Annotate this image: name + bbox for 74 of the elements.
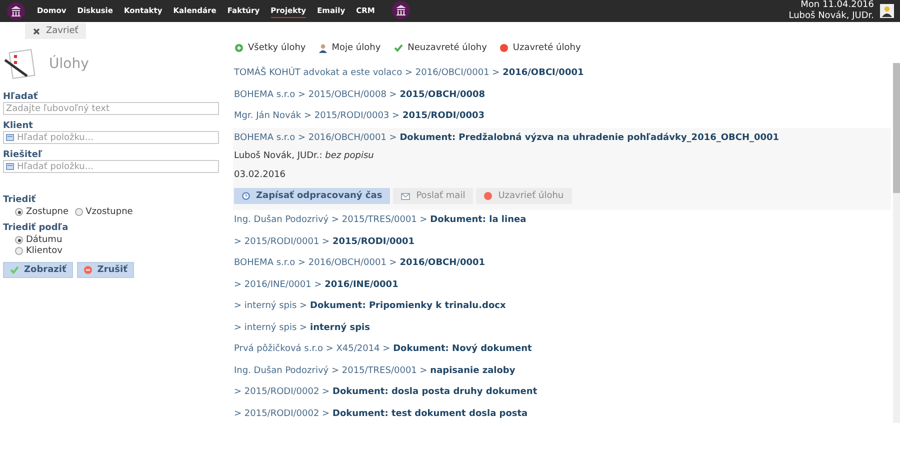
scrollbar-thumb[interactable]: [893, 63, 900, 193]
field-label: Klient: [3, 121, 34, 131]
task-path[interactable]: Mgr. Ján Novák > 2015/RODI/0003 > 2015/RODI/0003: [234, 111, 891, 122]
task-row[interactable]: BOHEMA s.r.o > 2016/OBCH/0001 > 2016/OBCH/0001: [233, 253, 891, 274]
task-row[interactable]: Ing. Dušan Podozrivý > 2015/TRES/0001 > napisanie zaloby: [233, 360, 891, 382]
task-path[interactable]: BOHEMA s.r.o > 2016/OBCH/0001 > 2016/OBCH/0001: [234, 258, 891, 268]
lookup-field[interactable]: Hľadať položku...: [3, 131, 219, 144]
field-label: Hľadať: [3, 92, 39, 102]
task-path[interactable]: > interný spis > Dokument: Pripomienky k trinalu.docx: [234, 301, 891, 312]
task-path[interactable]: BOHEMA s.r.o > 2015/OBCH/0008 > 2015/OBCH/0008: [234, 90, 891, 100]
page-title: Úlohy: [49, 56, 89, 72]
task-row[interactable]: > interný spis > Dokument: Pripomienky k trinalu.docx: [233, 296, 891, 318]
list-icon: [6, 134, 14, 141]
task-path[interactable]: Prvá pôžičková s.r.o > X45/2014 > Dokument: Nový dokument: [234, 344, 891, 354]
task-path[interactable]: Ing. Dušan Podozrivý > 2015/TRES/0001 > napisanie zaloby: [234, 366, 891, 376]
sort-radio[interactable]: Zostupne: [15, 207, 69, 217]
dot-icon: [484, 192, 492, 200]
sort-radio[interactable]: Vzostupne: [74, 207, 133, 217]
show-button[interactable]: Zobraziť: [3, 262, 74, 278]
task-path[interactable]: TOMÁŠ KOHÚT advokat a este volaco > 2016/OBCI/0001 > 2016/OBCI/0001: [234, 68, 891, 78]
log-time-button[interactable]: Zapísať odpracovaný čas: [234, 188, 390, 204]
task-path[interactable]: > 2015/RODI/0001 > 2015/RODI/0001: [234, 236, 891, 247]
minus-circle-icon: [84, 266, 92, 274]
radio-icon[interactable]: [15, 247, 23, 255]
task-row[interactable]: > 2016/INE/0001 > 2016/INE/0001: [233, 274, 891, 296]
filter-link[interactable]: Moje úlohy: [318, 43, 381, 53]
task-path[interactable]: BOHEMA s.r.o > 2016/OBCH/0001 > Dokument: Predžalobná výzva na uhradenie pohľadávky_2016_OBCH_0001: [234, 132, 891, 143]
close-button[interactable]: Zavrieť: [25, 23, 86, 39]
task-row[interactable]: > 2015/RODI/0001 > 2015/RODI/0001: [233, 232, 891, 253]
sort-label: Triediť: [3, 195, 37, 205]
task-path[interactable]: > 2016/INE/0001 > 2016/INE/0001: [234, 280, 891, 290]
filter-link[interactable]: Všetky úlohy: [235, 43, 306, 53]
search-field[interactable]: Zadajte ľubovoľný text: [3, 102, 219, 115]
task-date: 03.02.2016: [234, 170, 287, 180]
sort-by-radio[interactable]: Dátumu: [15, 235, 225, 245]
lookup-field[interactable]: Hľadať položku...: [3, 160, 219, 173]
dot-icon: [500, 44, 508, 52]
envelope-icon: [401, 192, 410, 200]
building-logo-icon[interactable]: [6, 1, 26, 21]
sort-by-label: Triediť podľa: [3, 223, 70, 233]
radio-icon[interactable]: [15, 208, 23, 216]
sort-by-radio[interactable]: Klientov: [15, 246, 225, 256]
task-row[interactable]: TOMÁŠ KOHÚT advokat a este volaco > 2016/OBCI/0001 > 2016/OBCI/0001: [233, 63, 891, 84]
field-label: Riešiteľ: [3, 150, 44, 160]
cancel-button[interactable]: Zrušiť: [77, 262, 134, 278]
clock-icon: [242, 192, 250, 200]
task-row[interactable]: > interný spis > interný spis: [233, 318, 891, 339]
checkmark-icon: [394, 44, 403, 52]
task-row[interactable]: Mgr. Ján Novák > 2015/RODI/0003 > 2015/RODI/0003: [233, 106, 891, 128]
task-path[interactable]: > 2015/RODI/0002 > Dokument: dosla posta druhy dokument: [234, 387, 891, 398]
user-avatar-icon[interactable]: [880, 4, 894, 18]
current-date: Mon 11.04.2016: [800, 0, 874, 10]
expanded-task-panel[interactable]: BOHEMA s.r.o > 2016/OBCH/0001 > Dokument: Predžalobná výzva na uhradenie pohľadávky_2016_OBCH_0001 Luboš Novák, JUDr.: bez popisu 03.02.2016 Zapísať odpracovaný čas Poslať mail Uzavrieť úlohu: [233, 128, 891, 210]
task-row[interactable]: > 2015/RODI/0002 > Dokument: test dokument dosla posta: [233, 404, 891, 425]
task-path[interactable]: Ing. Dušan Podozrivý > 2015/TRES/0001 > Dokument: la linea: [234, 215, 891, 226]
radio-icon[interactable]: [74, 208, 83, 216]
building-logo-icon[interactable]: [390, 0, 411, 20]
user-name[interactable]: Luboš Novák, JUDr.: [788, 11, 874, 22]
close-icon: [33, 28, 40, 34]
filter-link[interactable]: Uzavreté úlohy: [500, 43, 581, 53]
task-row[interactable]: Prvá pôžičková s.r.o > X45/2014 > Dokument: Nový dokument: [233, 339, 891, 360]
task-path[interactable]: > interný spis > interný spis: [234, 322, 891, 333]
radio-icon[interactable]: [15, 236, 23, 244]
scrollbar[interactable]: [893, 63, 900, 423]
filter-link[interactable]: Neuzavreté úlohy: [394, 43, 487, 53]
person-icon: [318, 44, 327, 52]
checkmark-icon: [10, 266, 19, 274]
task-path[interactable]: > 2015/RODI/0002 > Dokument: test dokument dosla posta: [234, 408, 891, 419]
list-icon: [6, 163, 14, 170]
task-row[interactable]: Ing. Dušan Podozrivý > 2015/TRES/0001 > Dokument: la linea: [233, 210, 891, 232]
task-row[interactable]: BOHEMA s.r.o > 2015/OBCH/0008 > 2015/OBCH/0008: [233, 84, 891, 106]
task-row[interactable]: > 2015/RODI/0002 > Dokument: dosla posta druhy dokument: [233, 382, 891, 404]
plus-circle-icon: [235, 44, 243, 52]
task-description: Luboš Novák, JUDr.: bez popisu: [234, 151, 375, 162]
